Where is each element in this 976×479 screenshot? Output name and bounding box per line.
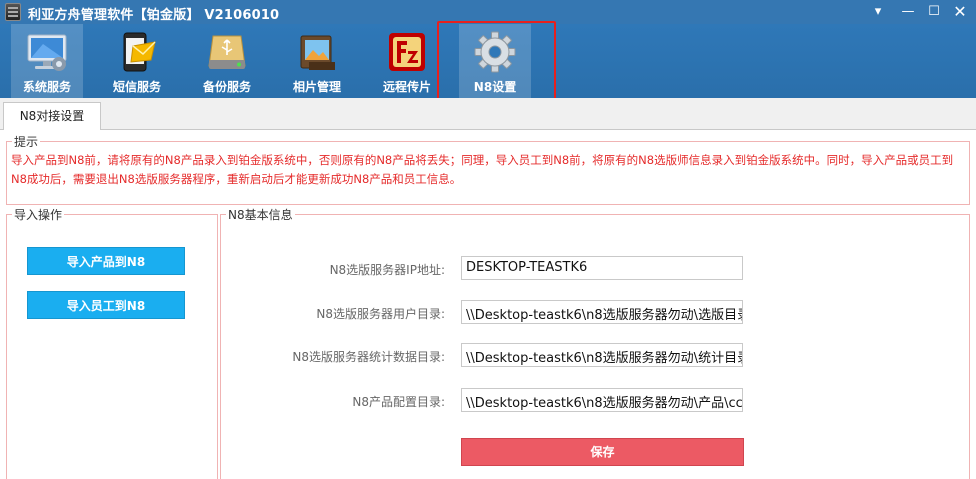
notice-group: 提示 导入产品到N8前，请将原有的N8产品录入到铂金版系统中，否则原有的N8产品… xyxy=(6,133,970,205)
stats-directory-input[interactable]: \\Desktop-teastk6\n8选版服务器勿动\统计目录 xyxy=(461,343,743,367)
toolbar-item-photo-management[interactable]: 相片管理 xyxy=(281,24,353,98)
toolbar-label: 短信服务 xyxy=(112,80,161,94)
tab-n8-docking-settings[interactable]: N8对接设置 xyxy=(3,102,101,130)
import-group-title: 导入操作 xyxy=(12,206,65,223)
toolbar-label: N8设置 xyxy=(473,80,517,94)
toolbar-item-sms-service[interactable]: 短信服务 xyxy=(101,24,173,98)
n8-basic-info-group: N8基本信息 N8选版服务器IP地址: DESKTOP-TEASTK6 N8选版… xyxy=(220,206,970,479)
toolbar-label: 远程传片 xyxy=(382,80,431,94)
server-ip-input[interactable]: DESKTOP-TEASTK6 xyxy=(461,256,743,280)
window-title: 利亚方舟管理软件【铂金版】 V2106010 xyxy=(28,8,280,23)
title-bar: 利亚方舟管理软件【铂金版】 V2106010 ▾ — ☐ ✕ xyxy=(0,0,976,24)
photo-album-icon xyxy=(300,35,335,70)
import-products-button[interactable]: 导入产品到N8 xyxy=(27,247,185,275)
toolbar-item-backup-service[interactable]: 备份服务 xyxy=(191,24,263,98)
user-directory-label: N8选版服务器用户目录: xyxy=(316,307,445,321)
product-config-directory-label: N8产品配置目录: xyxy=(352,395,445,409)
toolbar-label: 备份服务 xyxy=(202,80,251,94)
main-toolbar: 系统服务 短信服务 备份服务 相片管理 远程传片 N8设置 xyxy=(0,24,976,98)
toolbar-item-n8-settings[interactable]: N8设置 xyxy=(459,24,531,98)
close-button[interactable]: ✕ xyxy=(948,2,972,22)
toolbar-label: 系统服务 xyxy=(22,80,71,94)
content-area: 提示 导入产品到N8前，请将原有的N8产品录入到铂金版系统中，否则原有的N8产品… xyxy=(0,130,976,479)
drive-usb-icon xyxy=(208,35,246,69)
save-button[interactable]: 保存 xyxy=(461,438,744,466)
toolbar-item-remote-transfer[interactable]: 远程传片 xyxy=(371,24,443,98)
import-operations-group: 导入操作 导入产品到N8 导入员工到N8 xyxy=(6,206,218,479)
toolbar-label: 相片管理 xyxy=(292,80,341,94)
notice-text: 导入产品到N8前，请将原有的N8产品录入到铂金版系统中，否则原有的N8产品将丢失… xyxy=(11,153,954,186)
stats-directory-label: N8选版服务器统计数据目录: xyxy=(292,350,445,364)
maximize-button[interactable]: ☐ xyxy=(922,2,946,22)
user-directory-input[interactable]: \\Desktop-teastk6\n8选版服务器勿动\选版目录 xyxy=(461,300,743,324)
server-ip-label: N8选版服务器IP地址: xyxy=(329,263,445,277)
phone-message-icon xyxy=(123,32,156,72)
minimize-button[interactable]: — xyxy=(896,2,920,22)
menu-dropdown-icon[interactable]: ▾ xyxy=(866,2,890,22)
monitor-icon xyxy=(27,34,67,71)
basic-group-title: N8基本信息 xyxy=(226,206,295,223)
filezilla-icon xyxy=(389,33,425,71)
product-config-directory-input[interactable]: \\Desktop-teastk6\n8选版服务器勿动\产品\cc xyxy=(461,388,743,412)
notice-title: 提示 xyxy=(12,133,41,150)
toolbar-item-system-service[interactable]: 系统服务 xyxy=(11,24,83,98)
import-employees-button[interactable]: 导入员工到N8 xyxy=(27,291,185,319)
gear-icon xyxy=(474,31,516,73)
tab-strip: N8对接设置 xyxy=(0,98,976,130)
app-icon xyxy=(5,3,21,21)
